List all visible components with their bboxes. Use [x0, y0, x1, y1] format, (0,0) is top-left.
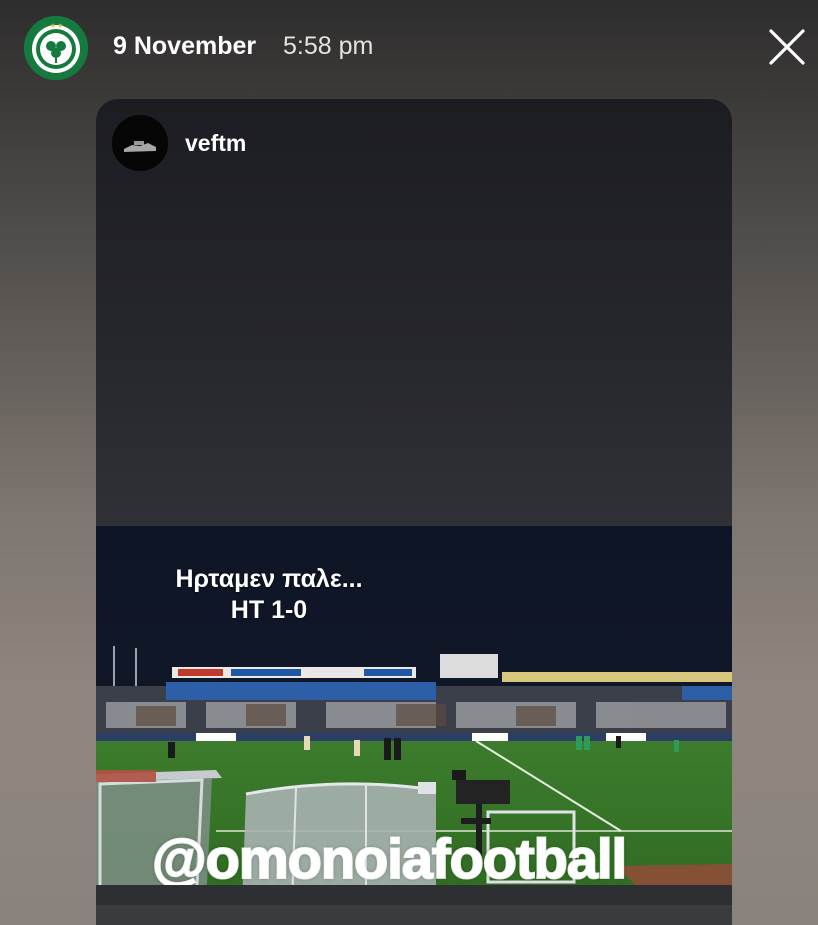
svg-text:★: ★ [50, 22, 56, 30]
close-icon[interactable] [768, 28, 806, 66]
post-photo: Ηρταμεν παλε... HT 1-0 @omonoiafootball [96, 526, 732, 905]
post-author-avatar[interactable] [112, 115, 168, 171]
story-time: 5:58 pm [283, 32, 374, 60]
club-crest-icon: ★ ★ [24, 16, 88, 80]
caption-line-2: HT 1-0 [230, 596, 308, 624]
photo-bottom-edge [96, 885, 732, 905]
profile-avatar[interactable]: ★ ★ [24, 16, 88, 80]
story-header: ★ ★ 9 November 5:58 pm [0, 0, 818, 96]
story-date: 9 November [113, 32, 257, 60]
mention-sticker[interactable]: @omonoiafootball [151, 826, 628, 891]
photo-caption: Ηρταμεν παλε... HT 1-0 [96, 564, 442, 626]
post-author-username[interactable]: veftm [185, 130, 246, 157]
shared-post-card[interactable]: veftm Ηρταμεν παλε... HT 1-0 @omonoiafoo… [96, 99, 732, 925]
caption-line-1: Ηρταμεν παλε... [175, 565, 363, 593]
svg-text:★: ★ [57, 22, 63, 30]
